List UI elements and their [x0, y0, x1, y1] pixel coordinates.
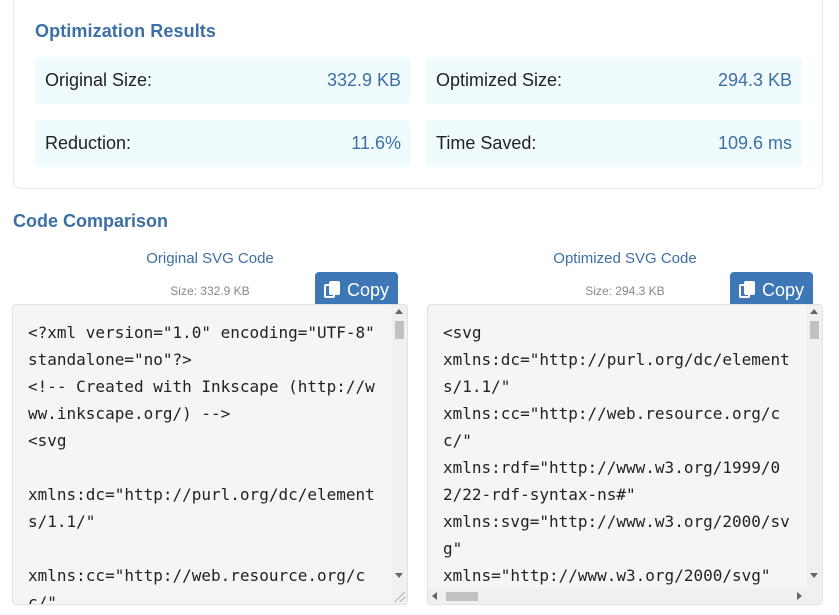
original-code-textarea[interactable]: <?xml version="1.0" encoding="UTF-8" sta…	[12, 304, 408, 605]
original-size-value: 332.9 KB	[326, 70, 401, 90]
optimization-results-card: Optimization Results Original Size: 332.…	[13, 0, 823, 189]
scroll-thumb[interactable]	[810, 321, 819, 339]
scroll-down-icon[interactable]	[395, 573, 403, 578]
scroll-up-icon[interactable]	[395, 309, 403, 314]
optimized-size-label: Optimized Size:	[436, 70, 563, 90]
original-size-label: Original Size:	[45, 70, 153, 90]
reduction-value: 11.6%	[351, 133, 401, 153]
optimized-code-heading: Optimized SVG Code	[553, 250, 697, 267]
resize-grip-icon[interactable]	[395, 592, 405, 602]
scroll-left-icon[interactable]	[432, 592, 437, 600]
scroll-up-icon[interactable]	[810, 309, 818, 314]
original-vertical-scrollbar[interactable]	[391, 305, 407, 604]
scroll-thumb[interactable]	[395, 321, 404, 339]
optimized-horizontal-scrollbar[interactable]	[428, 588, 806, 604]
copy-optimized-label: Copy	[761, 279, 805, 300]
optimized-code-text: <svg xmlns:dc="http://purl.org/dc/elemen…	[443, 323, 790, 585]
scroll-down-icon[interactable]	[810, 573, 818, 578]
optimized-vertical-scrollbar[interactable]	[806, 305, 822, 604]
optimized-size-value: 294.3 KB	[717, 70, 792, 90]
time-saved-value: 109.6 ms	[717, 133, 792, 153]
copy-original-label: Copy	[346, 279, 390, 300]
optimized-size-stat: Optimized Size: 294.3 KB	[426, 57, 802, 104]
code-comparison-title: Code Comparison	[13, 211, 169, 231]
results-title: Optimization Results	[35, 21, 217, 41]
scroll-thumb[interactable]	[446, 592, 478, 601]
copy-icon	[738, 281, 757, 299]
original-code-panel: Original SVG Code Size: 332.9 KB Copy <?…	[12, 250, 408, 605]
reduction-label: Reduction:	[45, 133, 132, 153]
optimized-code-textarea[interactable]: <svg xmlns:dc="http://purl.org/dc/elemen…	[427, 304, 823, 605]
optimized-code-panel: Optimized SVG Code Size: 294.3 KB Copy <…	[427, 250, 823, 605]
scroll-right-icon[interactable]	[797, 592, 802, 600]
time-saved-stat: Time Saved: 109.6 ms	[426, 120, 802, 167]
original-size-stat: Original Size: 332.9 KB	[35, 57, 411, 104]
copy-icon	[323, 281, 342, 299]
reduction-stat: Reduction: 11.6%	[35, 120, 411, 167]
copy-original-button[interactable]: Copy	[315, 272, 398, 308]
copy-optimized-button[interactable]: Copy	[730, 272, 813, 308]
original-code-heading: Original SVG Code	[146, 250, 274, 267]
time-saved-label: Time Saved:	[436, 133, 537, 153]
original-code-text: <?xml version="1.0" encoding="UTF-8" sta…	[28, 323, 375, 605]
